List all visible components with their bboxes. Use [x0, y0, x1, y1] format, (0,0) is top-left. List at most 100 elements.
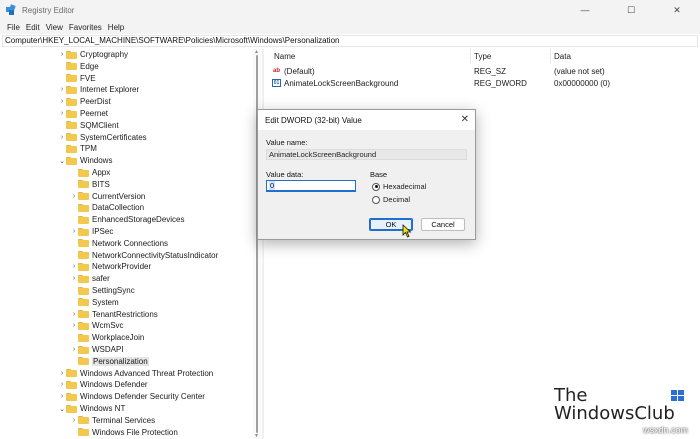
hexadecimal-radio[interactable]: Hexadecimal — [372, 182, 426, 191]
menu-view[interactable]: View — [46, 23, 63, 32]
tree-item[interactable]: System — [70, 297, 119, 308]
chevron-right-icon[interactable]: › — [58, 370, 66, 377]
chevron-right-icon[interactable]: › — [70, 228, 78, 235]
tree-item-label: IPSec — [92, 227, 114, 236]
registry-editor-icon — [6, 4, 16, 15]
tree-item-label: Windows NT — [80, 404, 126, 413]
folder-icon — [66, 380, 77, 389]
decimal-radio[interactable]: Decimal — [372, 195, 410, 204]
tree-item[interactable]: › PeerDist — [58, 96, 111, 107]
menu-file[interactable]: File — [7, 23, 20, 32]
tree-item-label: Peernet — [80, 109, 109, 118]
menu-edit[interactable]: Edit — [26, 23, 40, 32]
value-name-field: AnimateLockScreenBackground — [266, 149, 467, 160]
tree-item[interactable]: DataCollection — [70, 202, 144, 213]
address-bar[interactable]: Computer\HKEY_LOCAL_MACHINE\SOFTWARE\Pol… — [2, 35, 698, 47]
tree-item[interactable]: › TenantRestrictions — [70, 309, 158, 320]
tree-item[interactable]: SettingSync — [70, 285, 135, 296]
folder-icon — [78, 333, 89, 342]
tree-scrollbar[interactable]: ▲ ▼ — [253, 49, 261, 439]
folder-icon — [78, 357, 89, 366]
tree-item[interactable]: › SystemCertificates — [58, 132, 147, 143]
pane-splitter[interactable] — [262, 49, 264, 439]
tree-item[interactable]: ⌄ Windows NT — [58, 403, 125, 414]
tree-item[interactable]: › Terminal Services — [70, 415, 155, 426]
tree-item[interactable]: › NetworkProvider — [70, 261, 151, 272]
radio-unselected-icon — [372, 195, 380, 204]
value-name-label: Value name: — [266, 138, 308, 147]
close-button[interactable]: ✕ — [654, 0, 700, 20]
tree-item[interactable]: › Internet Explorer — [58, 84, 139, 95]
tree-item[interactable]: › Windows Advanced Threat Protection — [58, 368, 213, 379]
watermark-line2: WindowsClub — [554, 403, 675, 424]
tree-item-label: Windows Advanced Threat Protection — [80, 368, 214, 378]
column-name[interactable]: Name — [274, 52, 295, 61]
chevron-right-icon[interactable]: › — [70, 275, 78, 282]
tree-item[interactable]: Personalization — [70, 356, 149, 367]
column-type[interactable]: Type — [474, 52, 491, 61]
chevron-right-icon[interactable]: › — [58, 381, 66, 388]
chevron-down-icon[interactable]: ⌄ — [58, 405, 66, 413]
base-label: Base — [370, 170, 388, 179]
chevron-right-icon[interactable]: › — [70, 346, 78, 353]
tree-item[interactable]: › Cryptography — [58, 49, 128, 60]
tree-item[interactable]: › Peernet — [58, 108, 108, 119]
tree-item[interactable]: › Windows Defender Security Center — [58, 391, 205, 402]
tree-item[interactable]: SQMClient — [58, 120, 119, 131]
tree-item[interactable]: › IPSec — [70, 226, 114, 237]
title-bar: Registry Editor — ☐ ✕ — [0, 0, 700, 20]
tree-item[interactable]: › Windows Defender — [58, 379, 148, 390]
minimize-button[interactable]: — — [562, 0, 608, 20]
scroll-down-icon[interactable]: ▼ — [254, 433, 259, 439]
tree-item[interactable]: Network Connections — [70, 238, 168, 249]
menu-bar: File Edit View Favorites Help — [0, 20, 700, 34]
chevron-right-icon[interactable]: › — [70, 322, 78, 329]
tree-item[interactable]: NetworkConnectivityStatusIndicator — [70, 250, 218, 261]
menu-help[interactable]: Help — [108, 23, 124, 32]
tree-item[interactable]: BITS — [70, 179, 110, 190]
chevron-right-icon[interactable]: › — [58, 51, 66, 58]
maximize-button[interactable]: ☐ — [608, 0, 654, 20]
dialog-title-bar: Edit DWORD (32-bit) Value ✕ — [258, 110, 475, 130]
folder-icon — [78, 180, 89, 189]
tree-item[interactable]: › safer — [70, 273, 110, 284]
cancel-button[interactable]: Cancel — [421, 218, 465, 231]
chevron-right-icon[interactable]: › — [58, 86, 66, 93]
chevron-right-icon[interactable]: › — [58, 98, 66, 105]
column-data[interactable]: Data — [554, 52, 571, 61]
tree-item[interactable]: Edge — [58, 61, 99, 72]
tree-item-label: PeerDist — [80, 97, 111, 107]
tree-item[interactable]: › WSDAPI — [70, 344, 124, 355]
value-data-input[interactable]: 0 — [266, 180, 356, 192]
tree-item[interactable]: ⌄ Windows — [58, 155, 112, 166]
chevron-right-icon[interactable]: › — [70, 417, 78, 424]
tree-item[interactable]: › CurrentVersion — [70, 191, 146, 202]
value-row[interactable]: 01 AnimateLockScreenBackground REG_DWORD… — [268, 77, 700, 89]
chevron-right-icon[interactable]: › — [58, 393, 66, 400]
registry-tree: › Cryptography Edge FVE › Internet Explorer › P… — [0, 49, 262, 439]
watermark-site: wsxdn.com — [642, 425, 688, 435]
chevron-right-icon[interactable]: › — [70, 311, 78, 318]
tree-item[interactable]: › WcmSvc — [70, 320, 124, 331]
tree-item[interactable]: EnhancedStorageDevices — [70, 214, 185, 225]
folder-icon — [66, 156, 77, 165]
tree-item[interactable]: FVE — [58, 73, 96, 84]
tree-item[interactable]: WorkplaceJoin — [70, 332, 144, 343]
tree-item[interactable]: Appx — [70, 167, 110, 178]
folder-icon — [78, 321, 89, 330]
dialog-close-icon[interactable]: ✕ — [461, 114, 469, 125]
menu-favorites[interactable]: Favorites — [69, 23, 102, 32]
chevron-right-icon[interactable]: › — [70, 193, 78, 200]
tree-item[interactable]: Windows File Protection — [70, 427, 178, 438]
chevron-right-icon[interactable]: › — [70, 263, 78, 270]
tree-item[interactable]: TPM — [58, 143, 97, 154]
tree-item-label: SettingSync — [92, 286, 135, 295]
folder-icon — [66, 85, 77, 94]
folder-icon — [66, 144, 77, 153]
chevron-right-icon[interactable]: › — [58, 110, 66, 117]
tree-item-label: WSDAPI — [92, 345, 124, 354]
chevron-down-icon[interactable]: ⌄ — [58, 157, 66, 165]
tree-item-label: WorkplaceJoin — [92, 333, 145, 343]
chevron-right-icon[interactable]: › — [58, 134, 66, 141]
value-row[interactable]: ab (Default) REG_SZ (value not set) — [268, 65, 700, 77]
